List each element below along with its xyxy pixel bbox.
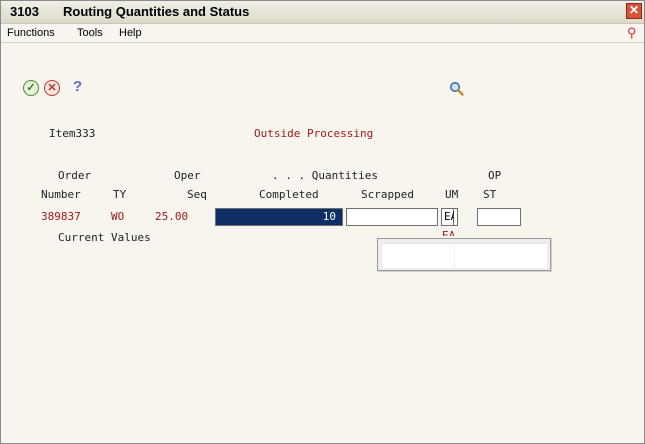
current-values-label: Current Values: [58, 231, 151, 244]
col-ty-header: TY: [113, 188, 127, 201]
col-number-header: Number: [41, 188, 81, 201]
col-oper-header: Oper: [174, 169, 201, 182]
dropdown-list[interactable]: [382, 243, 547, 268]
dropdown-popup: [377, 238, 551, 271]
order-number-value: 389837: [41, 210, 81, 223]
cancel-icon[interactable]: ✕: [44, 80, 60, 96]
window-title: Routing Quantities and Status: [63, 4, 250, 19]
search-icon[interactable]: [449, 81, 464, 96]
col-scrapped-header: Scrapped: [361, 188, 414, 201]
section-title: Outside Processing: [254, 127, 374, 140]
dropdown-divider: [454, 244, 455, 268]
unit-of-measure-input[interactable]: EA: [441, 208, 457, 226]
order-type-value: WO: [111, 210, 125, 223]
oper-seq-value: 25.00: [155, 210, 189, 223]
help-icon[interactable]: ?: [73, 78, 82, 95]
col-seq-header: Seq: [187, 188, 207, 201]
completed-quantity-input[interactable]: 10: [215, 208, 343, 226]
menu-tools[interactable]: Tools: [77, 27, 103, 39]
col-order-header: Order: [58, 169, 92, 182]
scrapped-quantity-input[interactable]: [346, 208, 438, 226]
col-st-header: ST: [483, 188, 497, 201]
unit-of-measure-input-edge: [454, 208, 458, 226]
close-icon[interactable]: ✕: [626, 3, 642, 19]
form-number: 3103: [10, 4, 39, 19]
menu-help[interactable]: Help: [119, 27, 142, 39]
col-um-header: UM: [445, 188, 459, 201]
toolbar: ✓ ✕ ?: [1, 43, 644, 133]
application-window: 3103 Routing Quantities and Status ✕ Fun…: [0, 0, 645, 444]
um-current-value: EA: [442, 229, 456, 236]
menu-bar: Functions Tools Help ⚲: [1, 24, 644, 43]
menu-functions[interactable]: Functions: [7, 27, 55, 39]
item-label: Item333: [49, 127, 96, 140]
col-quantities-header: . . . Quantities: [272, 169, 378, 182]
op-status-input[interactable]: [477, 208, 521, 226]
col-op-header: OP: [488, 169, 502, 182]
col-completed-header: Completed: [259, 188, 319, 201]
title-bar: 3103 Routing Quantities and Status ✕: [1, 1, 644, 24]
pin-icon[interactable]: ⚲: [627, 25, 637, 41]
check-icon[interactable]: ✓: [23, 80, 39, 96]
